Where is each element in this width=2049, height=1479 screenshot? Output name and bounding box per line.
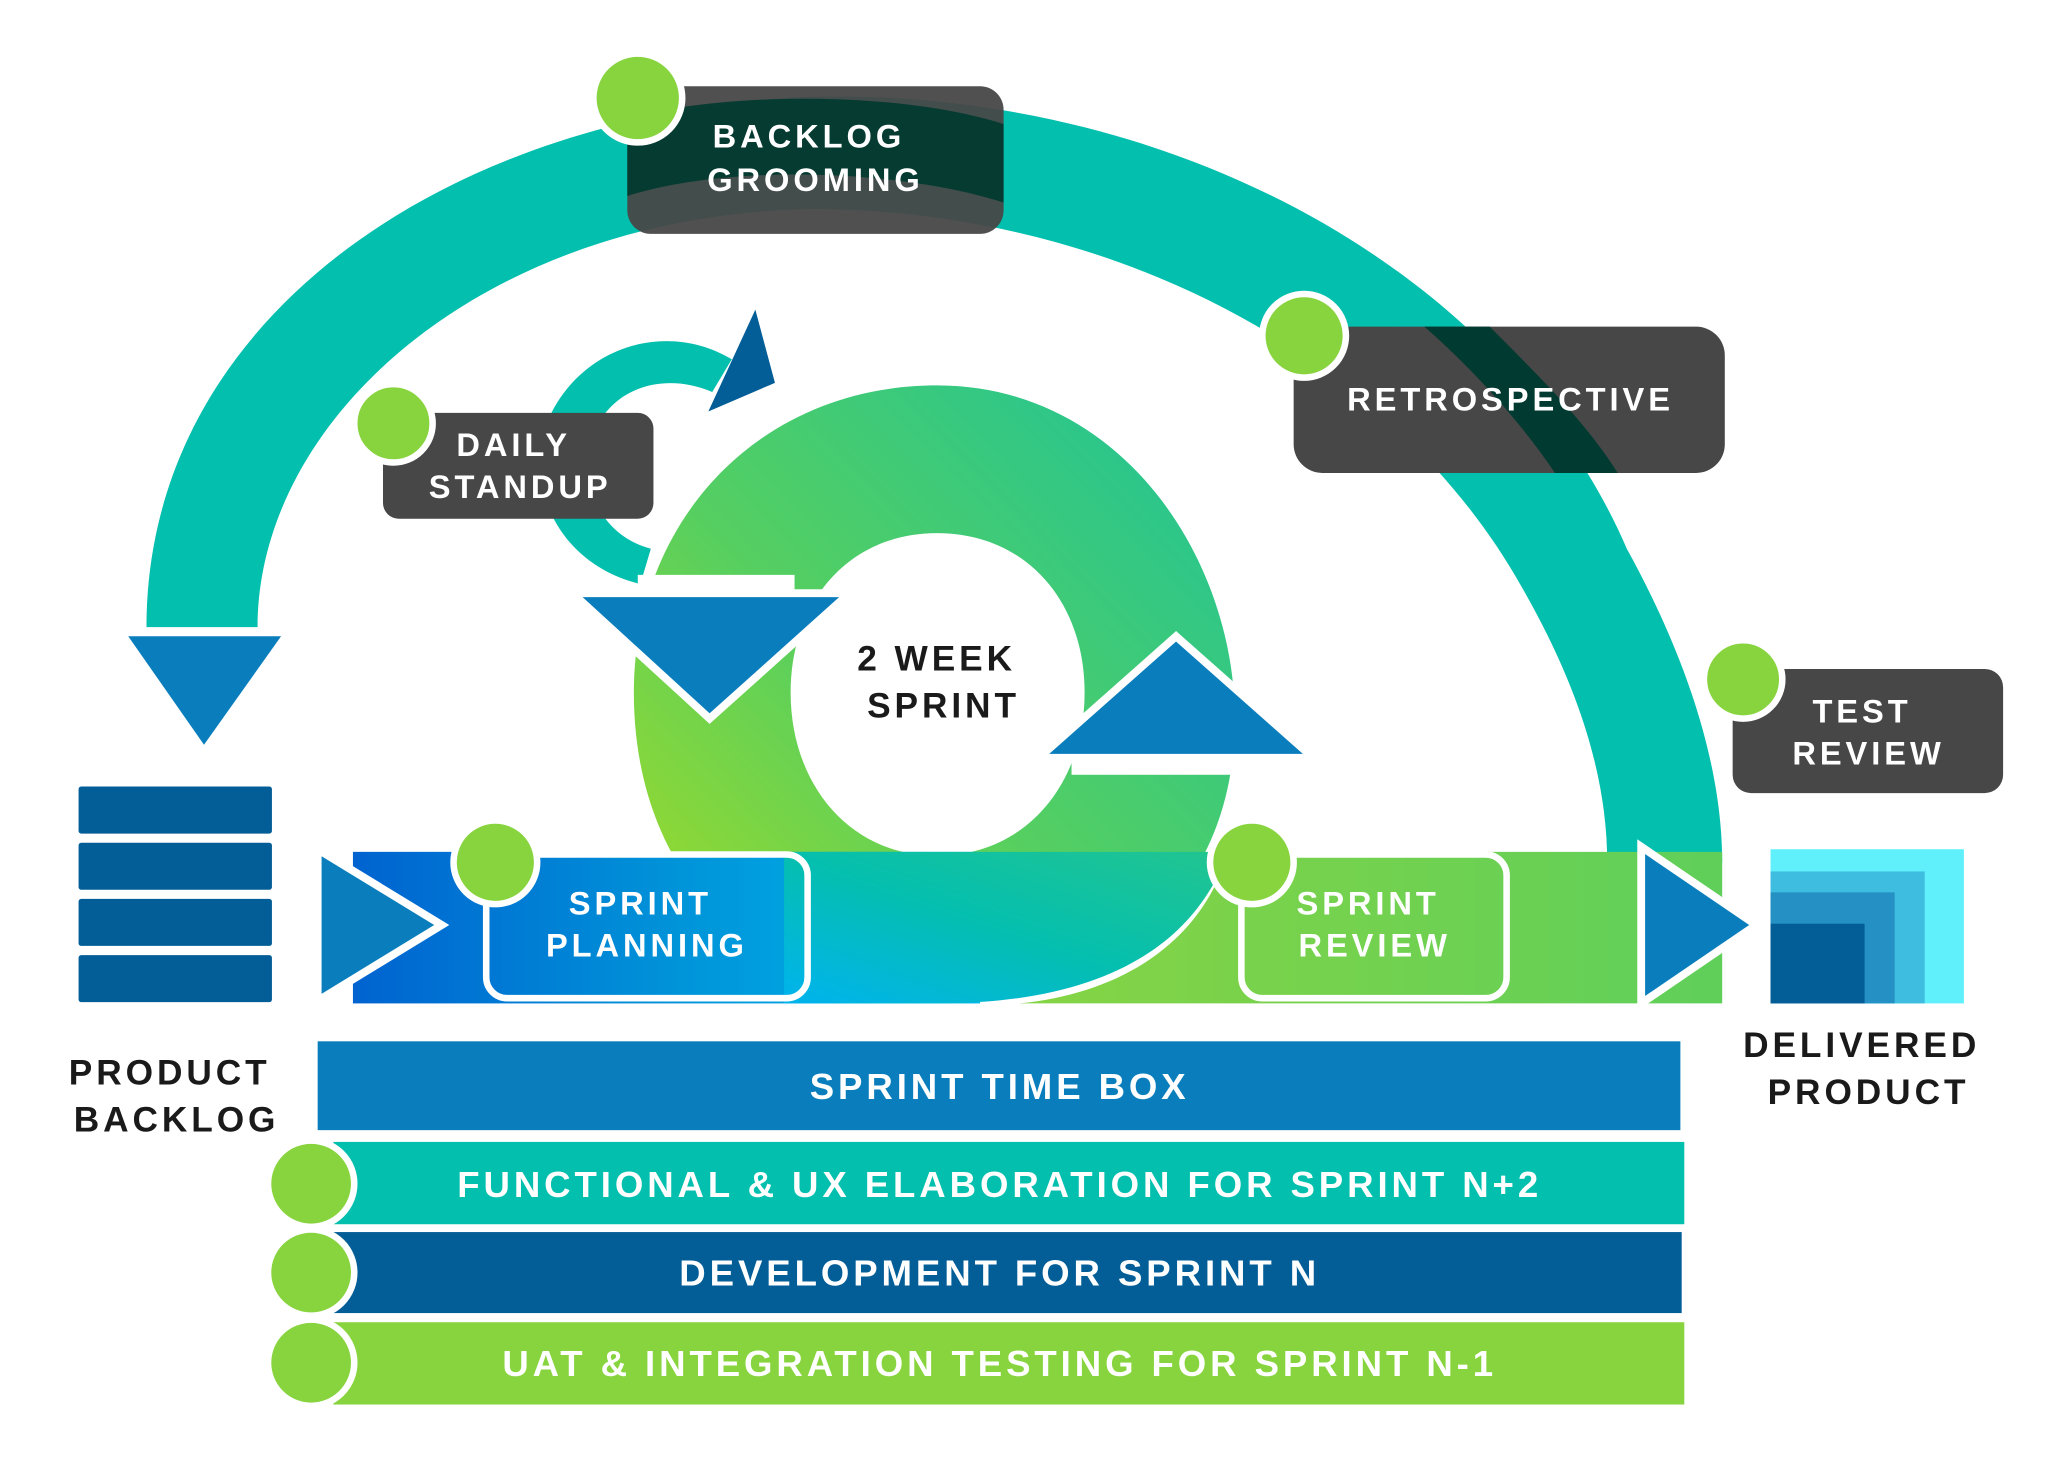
green-dot-icon [264,1226,358,1319]
ceremony-test-review[interactable]: TEST REVIEW [1700,636,2004,794]
bar-uat-testing: UAT & INTEGRATION TESTING FOR SPRINT N-1 [264,1316,1685,1410]
delivered-product-label: DELIVERED PRODUCT [1743,1026,1994,1112]
agile-sprint-diagram: PRODUCT BACKLOG DELIVERED PRODUCT 2 WEEK… [69,50,2004,1410]
green-dot-icon [1700,636,1786,722]
ceremony-label: RETROSPECTIVE [1347,380,1674,417]
green-dot-icon [1206,817,1297,908]
bar-functional-ux: FUNCTIONAL & UX ELABORATION FOR SPRINT N… [264,1137,1685,1231]
nested-squares-icon [1770,849,1964,1004]
two-week-sprint-label: 2 WEEK SPRINT [857,639,1029,725]
ring-arrowhead-down [562,589,860,724]
green-dot-icon [264,1316,358,1410]
bar-sprint-time-box: SPRINT TIME BOX [317,1041,1681,1131]
bar-label: FUNCTIONAL & UX ELABORATION FOR SPRINT N… [457,1164,1542,1205]
product-backlog-label: PRODUCT BACKLOG [69,1053,285,1139]
bar-label: SPRINT TIME BOX [810,1066,1190,1107]
green-dot-icon [590,50,686,146]
bar-development: DEVELOPMENT FOR SPRINT N [264,1226,1682,1319]
green-dot-icon [1259,290,1350,381]
stacked-list-icon [78,786,272,1003]
ceremony-backlog-grooming[interactable]: BACKLOG GROOMING [590,50,1004,234]
green-dot-icon [264,1137,358,1231]
bar-label: UAT & INTEGRATION TESTING FOR SPRINT N-1 [502,1343,1497,1384]
ceremony-retrospective[interactable]: RETROSPECTIVE [1259,290,1725,473]
green-dot-icon [450,817,541,908]
outer-loop-arrowhead [128,636,282,745]
bar-label: DEVELOPMENT FOR SPRINT N [679,1253,1320,1294]
ring-arrowhead-up [1028,631,1324,762]
green-dot-icon [350,380,436,466]
